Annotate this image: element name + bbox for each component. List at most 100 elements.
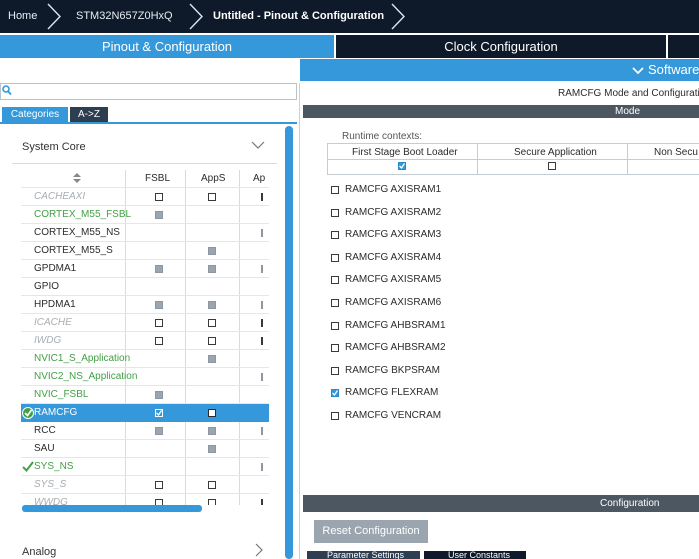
tab-user-constants[interactable]: User Constants <box>424 551 526 559</box>
checkbox[interactable] <box>331 412 339 420</box>
checkbox[interactable] <box>331 276 339 285</box>
checkbox[interactable] <box>331 208 339 217</box>
checkbox[interactable] <box>208 355 216 363</box>
checkbox[interactable] <box>261 499 263 505</box>
table-row[interactable]: SYS_S <box>21 476 269 494</box>
table-row[interactable]: GPDMA1 <box>21 260 269 278</box>
table-row[interactable]: NVIC_FSBL <box>21 386 269 404</box>
tab-label: User Constants <box>448 551 511 559</box>
breadcrumb-project[interactable]: Untitled - Pinout & Configuration <box>213 0 384 33</box>
checkbox[interactable] <box>155 319 163 327</box>
vertical-scrollbar[interactable] <box>285 126 293 559</box>
checkbox[interactable] <box>208 409 216 417</box>
checkbox[interactable] <box>261 229 263 237</box>
checkbox[interactable] <box>261 337 263 345</box>
table-row[interactable]: CACHEAXI <box>21 188 269 206</box>
checkbox[interactable] <box>261 463 263 471</box>
checkbox[interactable] <box>155 301 163 309</box>
checkbox[interactable] <box>261 373 263 381</box>
checkbox[interactable] <box>208 499 216 505</box>
checkbox[interactable] <box>261 319 263 327</box>
category-system-core[interactable]: System Core <box>22 141 86 153</box>
table-row[interactable]: CORTEX_M55_NS <box>21 224 269 242</box>
ram-region-label: RAMCFG AXISRAM6 <box>345 297 442 308</box>
checkbox[interactable] <box>208 427 216 435</box>
context-checkbox[interactable] <box>548 162 556 170</box>
reset-configuration-button[interactable]: Reset Configuration <box>314 520 428 543</box>
checkbox[interactable] <box>155 265 163 273</box>
checkbox[interactable] <box>155 193 163 201</box>
checkbox[interactable] <box>208 445 216 453</box>
table-column-header[interactable]: AppS <box>201 173 225 184</box>
table-row[interactable]: IWDG <box>21 332 269 350</box>
checkbox[interactable] <box>261 301 263 309</box>
chevron-down-icon <box>632 66 644 74</box>
divider <box>12 163 277 164</box>
search-input[interactable] <box>0 83 297 100</box>
tab-parameter-settings[interactable]: Parameter Settings <box>307 551 420 559</box>
panel-divider[interactable] <box>299 83 300 559</box>
table-column-header[interactable]: Ap <box>253 173 265 184</box>
checkbox[interactable] <box>331 344 339 353</box>
tab-a-to-z[interactable]: A->Z <box>70 107 108 122</box>
table-row[interactable]: GPIO <box>21 278 269 296</box>
checkbox[interactable] <box>331 186 339 194</box>
table-row[interactable]: SAU <box>21 440 269 458</box>
table-row[interactable]: NVIC1_S_Application <box>21 350 269 368</box>
table-column-header[interactable]: FSBL <box>145 173 170 184</box>
peripheral-name: NVIC2_NS_Application <box>34 371 138 382</box>
breadcrumb-device[interactable]: STM32N657Z0HxQ <box>76 0 173 33</box>
checkbox[interactable] <box>261 265 263 273</box>
checkbox[interactable] <box>155 427 163 435</box>
horizontal-scrollbar[interactable] <box>22 505 202 512</box>
table-row[interactable]: WWDG <box>21 494 269 505</box>
tab-overflow[interactable] <box>668 35 699 58</box>
table-row[interactable]: SYS_NS <box>21 458 269 476</box>
ram-region-label: RAMCFG VENCRAM <box>345 410 442 421</box>
checkbox[interactable] <box>208 193 216 201</box>
breadcrumb-home[interactable]: Home <box>8 0 37 33</box>
table-row[interactable]: CORTEX_M55_FSBL <box>21 206 269 224</box>
context-checkbox[interactable] <box>398 162 406 170</box>
check-icon <box>22 407 34 419</box>
tab-categories[interactable]: Categories <box>2 107 68 122</box>
ram-region-label: RAMCFG AXISRAM3 <box>345 229 442 241</box>
checkbox[interactable] <box>208 247 216 255</box>
table-row[interactable]: RAMCFG <box>21 404 269 422</box>
checkbox[interactable] <box>155 391 163 399</box>
search-icon[interactable] <box>2 85 12 96</box>
checkbox[interactable] <box>208 301 216 309</box>
chevron-right-icon[interactable] <box>254 543 263 557</box>
checkbox[interactable] <box>331 299 339 307</box>
ram-region-label: RAMCFG FLEXRAM <box>345 387 439 399</box>
checkbox[interactable] <box>331 389 339 398</box>
table-row[interactable]: NVIC2_NS_Application <box>21 368 269 386</box>
checkbox[interactable] <box>155 211 163 219</box>
checkbox[interactable] <box>208 337 216 345</box>
table-row[interactable]: CORTEX_M55_S <box>21 242 269 260</box>
chevron-down-icon[interactable] <box>251 140 265 150</box>
checkbox[interactable] <box>155 481 163 489</box>
context-header: Non Secu <box>654 147 698 158</box>
tab-clock-configuration[interactable]: Clock Configuration <box>336 35 666 58</box>
checkbox[interactable] <box>261 193 263 201</box>
checkbox[interactable] <box>261 427 263 435</box>
checkbox[interactable] <box>155 409 163 417</box>
checkbox[interactable] <box>331 253 339 262</box>
checkbox[interactable] <box>331 366 339 375</box>
check-icon <box>332 390 339 397</box>
sort-icon[interactable] <box>73 173 81 183</box>
checkbox[interactable] <box>208 319 216 327</box>
software-packs-menu[interactable]: Software <box>632 59 699 81</box>
checkbox[interactable] <box>155 337 163 345</box>
table-row[interactable]: HPDMA1 <box>21 296 269 314</box>
checkbox[interactable] <box>208 265 216 273</box>
checkbox[interactable] <box>331 321 339 330</box>
tab-pinout-configuration[interactable]: Pinout & Configuration <box>0 35 334 58</box>
checkbox[interactable] <box>331 231 339 240</box>
table-row[interactable]: ICACHE <box>21 314 269 332</box>
table-row[interactable]: RCC <box>21 422 269 440</box>
peripheral-name: CORTEX_M55_NS <box>34 227 120 238</box>
category-analog[interactable]: Analog <box>22 546 56 558</box>
checkbox[interactable] <box>208 481 216 489</box>
